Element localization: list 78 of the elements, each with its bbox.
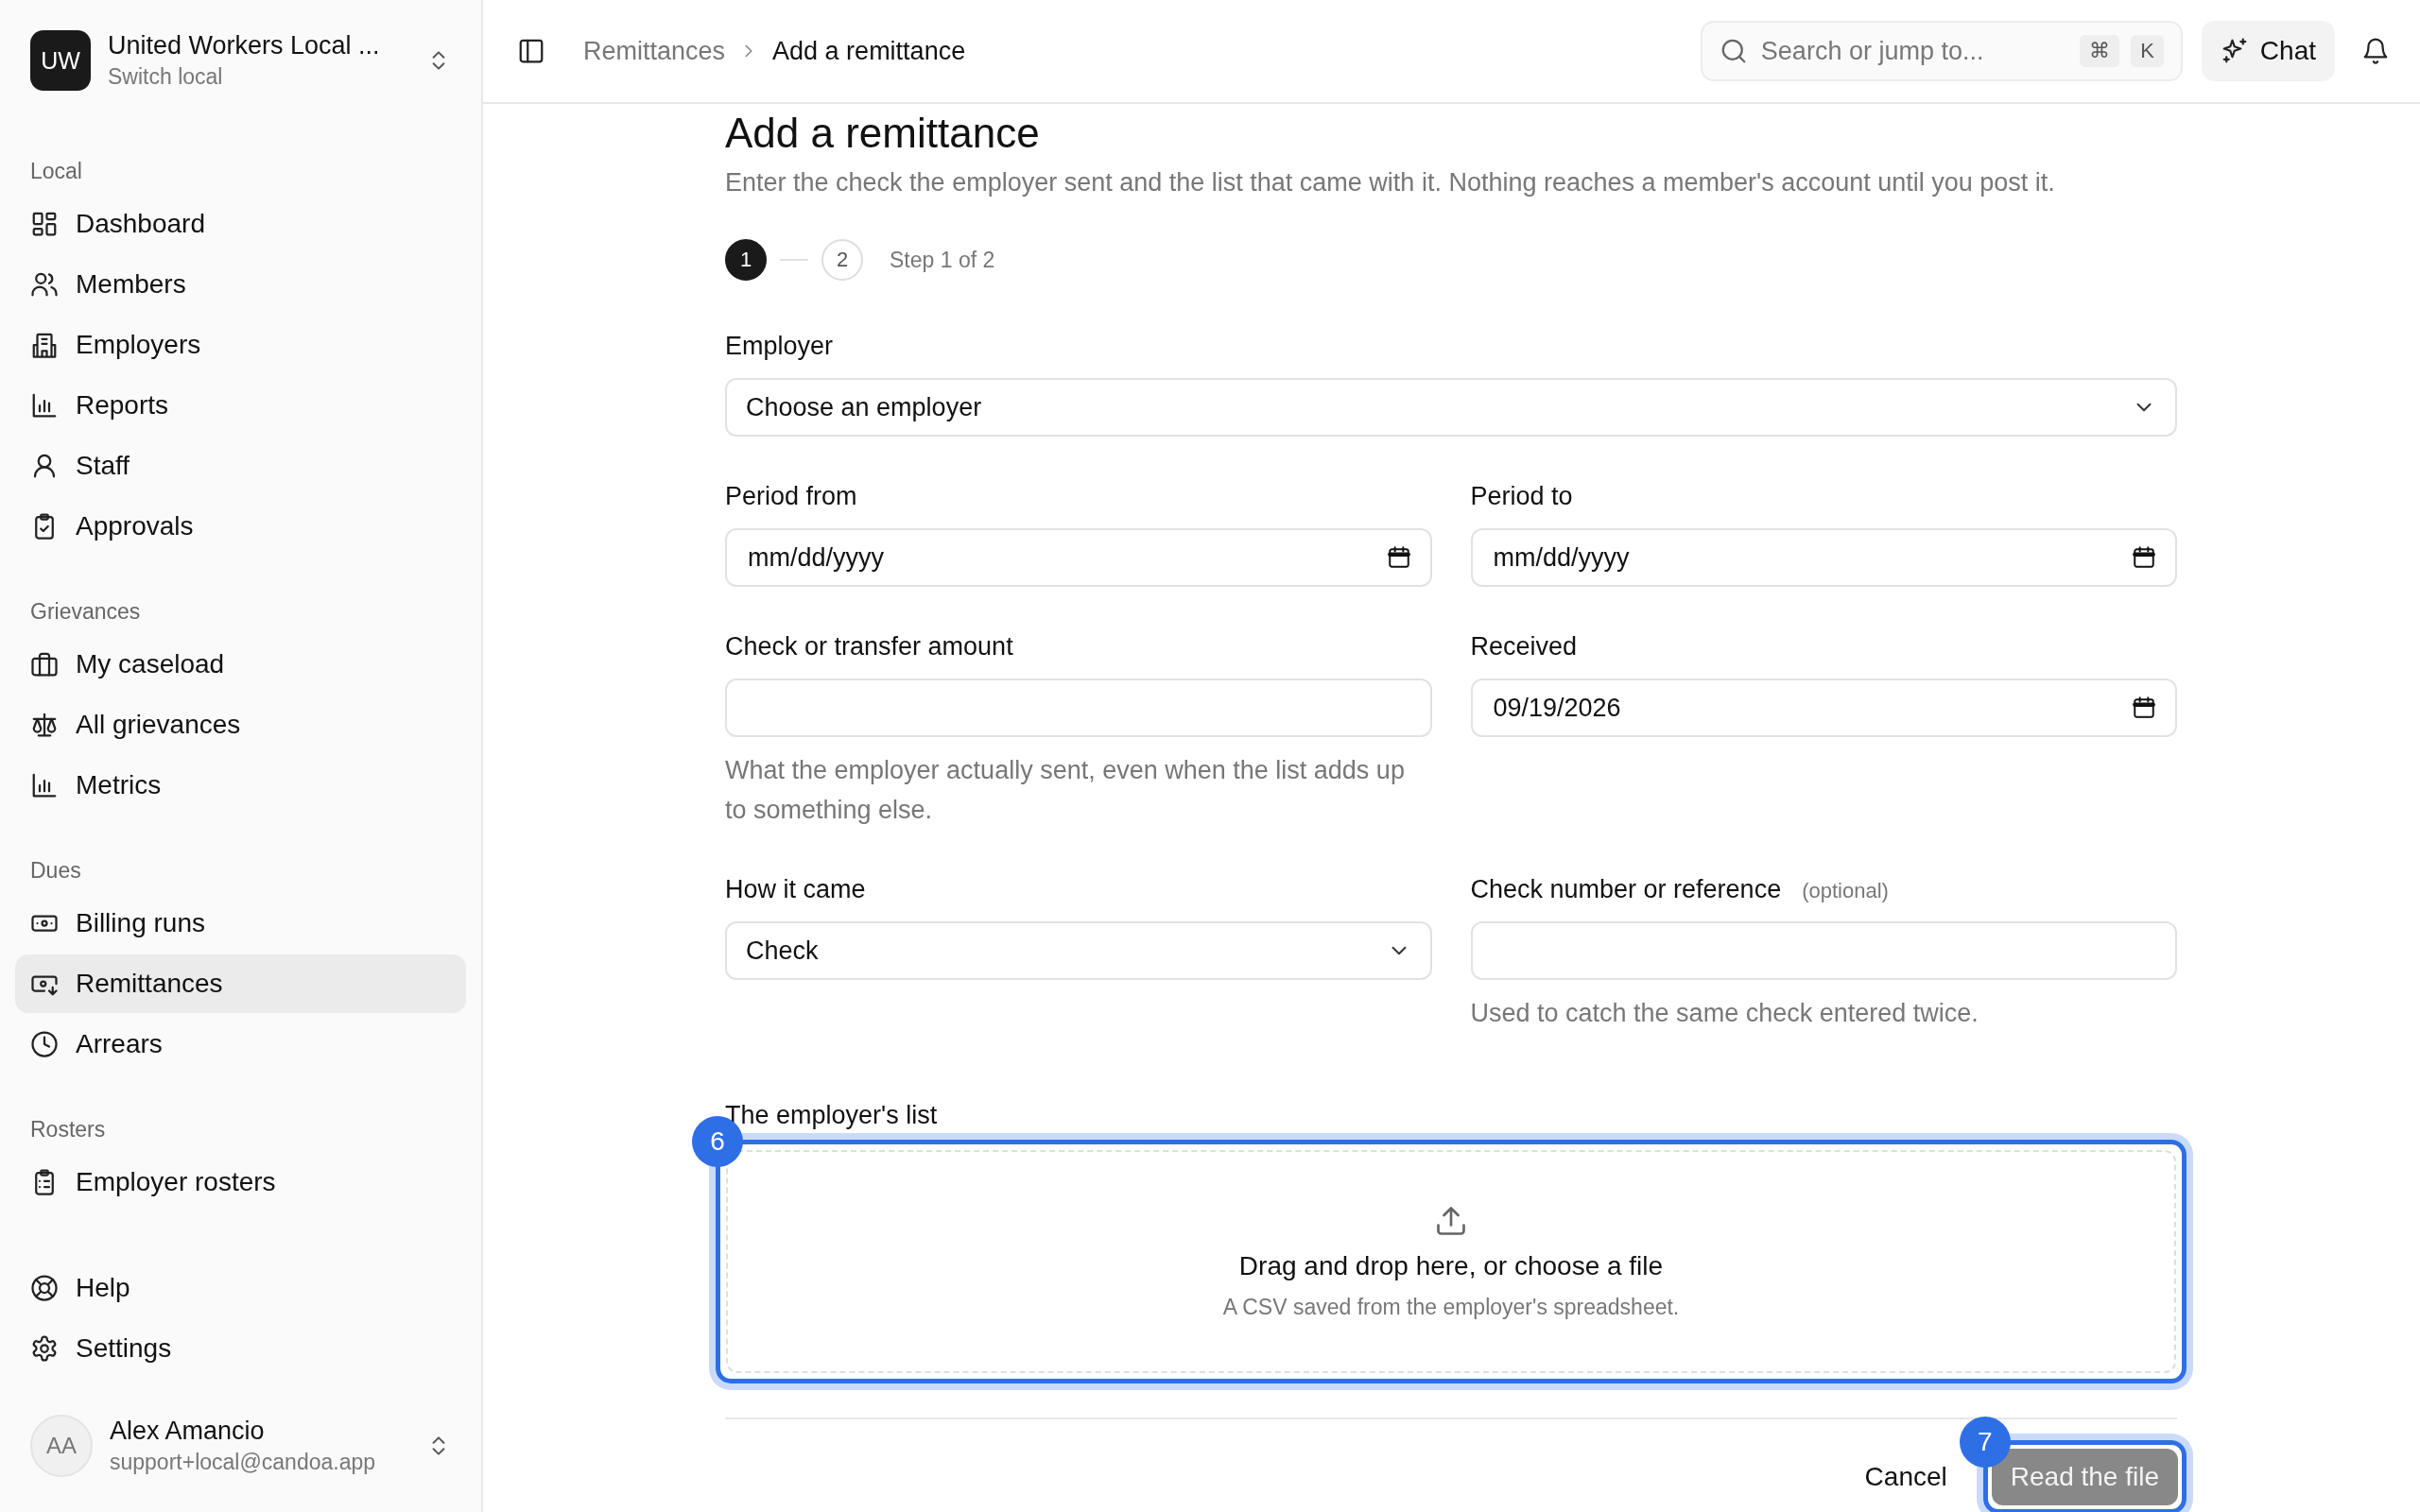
select-field[interactable]: Choose an employer — [725, 378, 2177, 437]
settings-icon — [30, 1334, 59, 1363]
breadcrumb-current: Add a remittance — [772, 36, 966, 66]
field-label: Check or transfer amount — [725, 632, 1013, 662]
drop-zone[interactable]: Drag and drop here, or choose a file A CSV saved from the employer's spreadsheet. — [726, 1150, 2176, 1373]
user-name: Alex Amancio — [110, 1417, 266, 1446]
nav-item[interactable]: Dashboard — [15, 195, 466, 253]
avatar: AA — [30, 1415, 93, 1477]
user-menu[interactable]: AA Alex Amancio support+local@candoa.app — [15, 1389, 466, 1512]
field-label: Check number or reference — [1470, 875, 1782, 904]
date-input[interactable]: mm/dd/yyyy — [746, 541, 1375, 574]
breadcrumb-link[interactable]: Remittances — [583, 36, 726, 66]
nav-item[interactable]: Remittances — [15, 954, 466, 1013]
nav-item[interactable]: Metrics — [15, 756, 466, 815]
help-text: Used to catch the same check entered twice. — [1470, 998, 1979, 1029]
drop-zone-hint: A CSV saved from the employer's spreadsheet. — [1222, 1294, 1680, 1320]
calendar-icon — [2132, 545, 2156, 570]
step-badge: 7 — [1959, 1417, 2011, 1468]
field-label: Period to — [1470, 482, 1573, 511]
bell-icon — [2361, 37, 2390, 65]
date-field[interactable]: mm/dd/yyyy — [1470, 528, 2177, 587]
help-text: What the employer actually sent, even when the list adds up to something else. — [725, 755, 1406, 826]
nav-item[interactable]: Billing runs — [15, 894, 466, 953]
step-indicator: 1 — [725, 239, 767, 281]
nav-item[interactable]: Employers — [15, 316, 466, 374]
org-subtitle: Switch local — [108, 64, 224, 90]
calendar-icon — [1386, 545, 1411, 570]
panel-icon — [517, 37, 545, 65]
shortcut-key: ⌘ — [2080, 35, 2120, 67]
section-heading: Grievances — [29, 597, 142, 626]
briefcase-icon — [30, 650, 59, 679]
section-heading: Dues — [29, 856, 82, 885]
org-switcher[interactable]: UW United Workers Local ... Switch local — [15, 0, 466, 121]
drop-zone-title: Drag and drop here, or choose a file — [1238, 1250, 1664, 1281]
search-field[interactable]: Search or jump to... ⌘ K — [1700, 21, 2183, 81]
bar-chart-icon — [30, 771, 59, 799]
field-label: Period from — [725, 482, 857, 511]
nav-item[interactable]: Settings — [15, 1319, 466, 1378]
nav-item[interactable]: Employer rosters — [15, 1153, 466, 1211]
people-icon — [30, 270, 59, 299]
scales-icon — [30, 711, 59, 739]
bar-chart-icon — [30, 391, 59, 420]
nav-item[interactable]: Members — [15, 255, 466, 314]
nav-item[interactable]: Help — [15, 1259, 466, 1317]
page-description: Enter the check the employer sent and the list that came with it. Nothing reaches a member's account until you post it. — [725, 168, 2056, 198]
step-indicator: 2 — [821, 239, 863, 281]
section-heading: Rosters — [29, 1115, 107, 1143]
clock-icon — [30, 1030, 59, 1058]
dashboard-icon — [30, 210, 59, 238]
chat-button[interactable]: Chat — [2201, 21, 2335, 81]
date-field[interactable]: 09/19/2026 — [1470, 679, 2177, 737]
select-field[interactable]: Check — [725, 921, 1432, 980]
page-title: Add a remittance — [725, 110, 1041, 157]
nav-item[interactable]: All grievances — [15, 696, 466, 754]
date-input[interactable]: mm/dd/yyyy — [1491, 541, 2120, 574]
date-input[interactable]: 09/19/2026 — [1491, 692, 2120, 724]
search-input[interactable]: Search or jump to... — [1758, 35, 2069, 67]
nav-item[interactable]: My caseload — [15, 635, 466, 694]
org-name: United Workers Local ... — [108, 31, 381, 60]
input-field[interactable] — [725, 679, 1432, 737]
nav-item[interactable]: Reports — [15, 376, 466, 435]
nav-item[interactable]: Arrears — [15, 1015, 466, 1074]
user-email: support+local@candoa.app — [110, 1450, 377, 1475]
org-logo: UW — [30, 30, 91, 91]
date-field[interactable]: mm/dd/yyyy — [725, 528, 1432, 587]
input-field[interactable] — [1470, 921, 2177, 980]
field-label: Employer — [725, 332, 834, 361]
building-icon — [30, 331, 59, 359]
shortcut-key: K — [2131, 35, 2164, 67]
field-label: How it came — [725, 875, 866, 904]
calendar-icon — [2132, 696, 2156, 720]
section-heading: Local — [29, 157, 83, 185]
nav-item[interactable]: Staff — [15, 437, 466, 495]
step-counter: Step 1 of 2 — [890, 247, 995, 273]
field-label: Received — [1470, 632, 1578, 662]
nav-item[interactable]: Approvals — [15, 497, 466, 556]
help-icon — [30, 1274, 59, 1302]
optional-note: (optional) — [1802, 879, 1889, 903]
